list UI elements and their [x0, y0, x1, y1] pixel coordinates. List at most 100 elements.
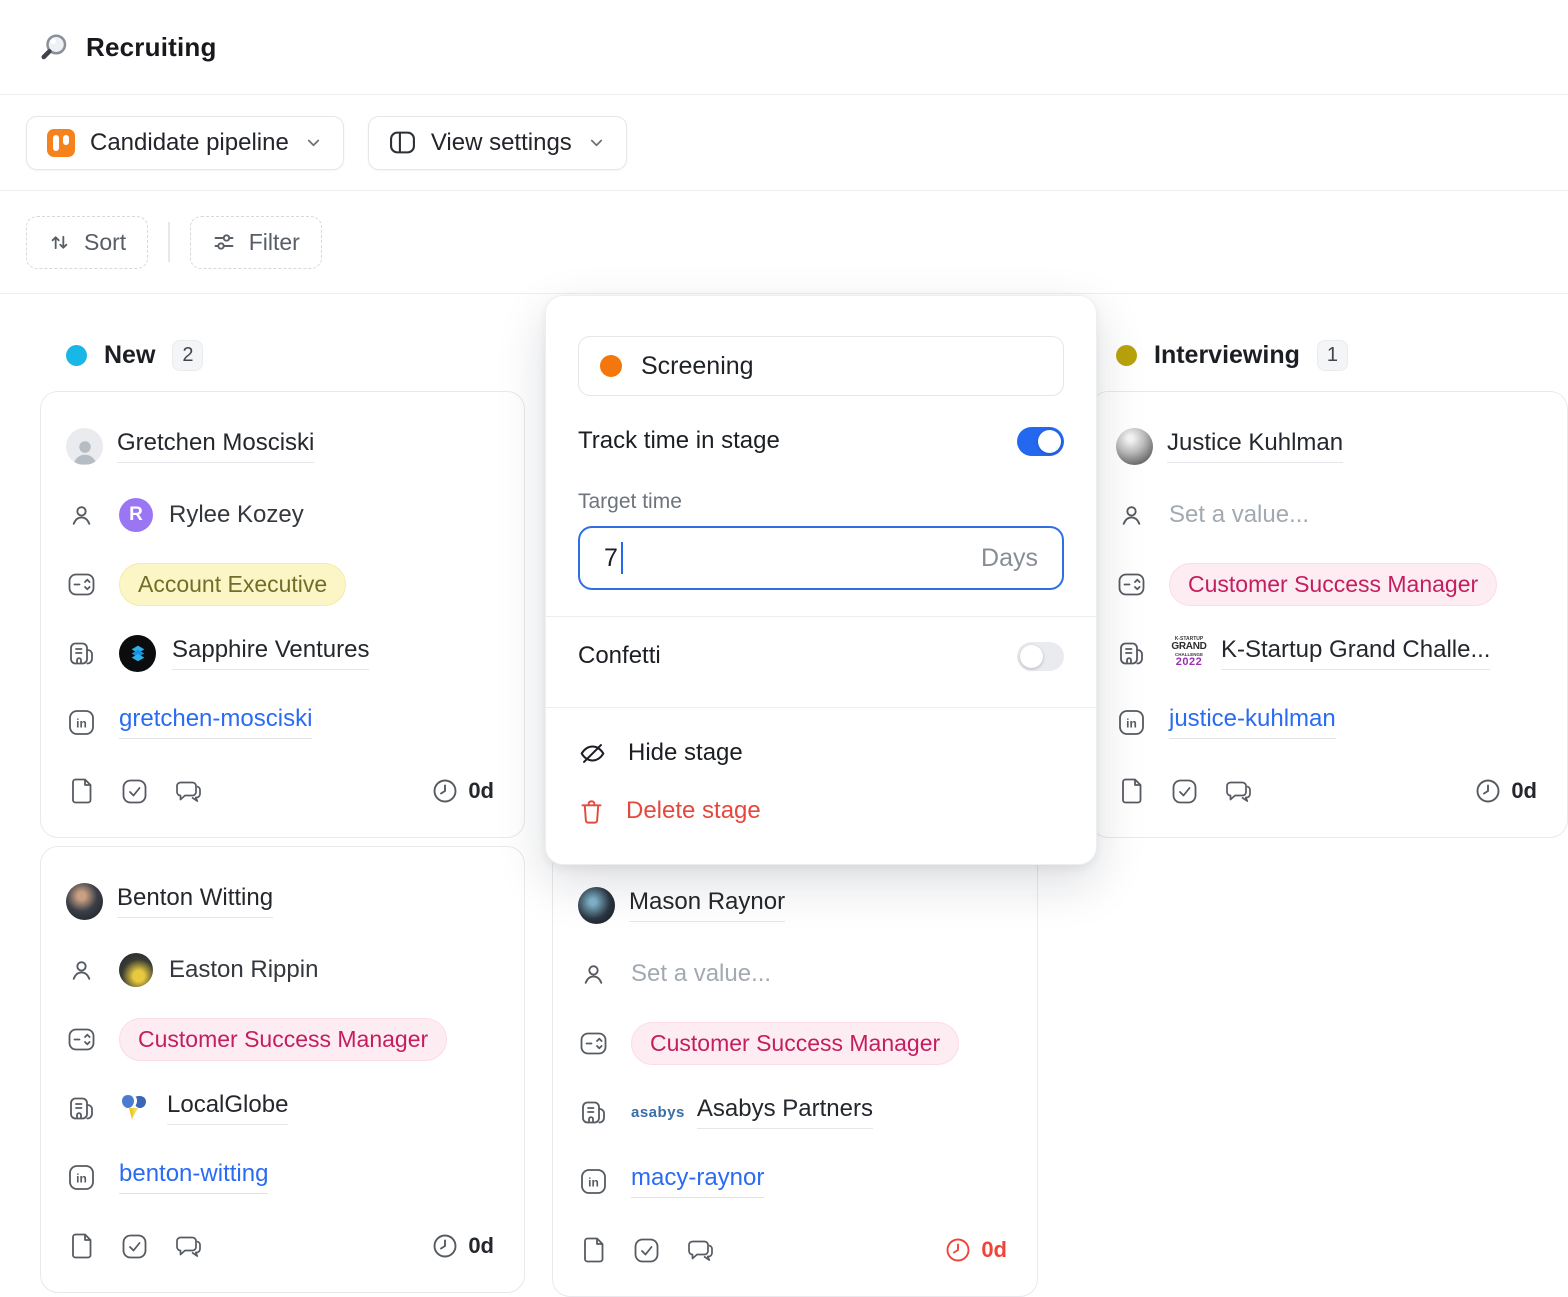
- toolbar: Candidate pipeline View settings: [0, 95, 1568, 191]
- sort-button[interactable]: Sort: [26, 216, 148, 269]
- confetti-row: Confetti: [578, 641, 1064, 671]
- column-interviewing-header[interactable]: Interviewing 1: [1116, 338, 1568, 372]
- avatar: [1116, 428, 1153, 465]
- role-badge[interactable]: Customer Success Manager: [631, 1022, 959, 1065]
- search-icon: [40, 32, 70, 62]
- chevron-down-icon: [587, 133, 606, 152]
- assignee-name[interactable]: Rylee Kozey: [169, 501, 304, 529]
- columns-icon: [389, 129, 416, 156]
- person-icon: [66, 958, 96, 983]
- assignee-placeholder[interactable]: Set a value...: [1169, 501, 1309, 529]
- company-link[interactable]: Sapphire Ventures: [172, 636, 369, 670]
- column-count-badge: 2: [172, 340, 203, 371]
- filter-label: Filter: [249, 229, 300, 256]
- clock-icon: [432, 1233, 458, 1259]
- toggle-knob: [1038, 430, 1061, 453]
- note-icon[interactable]: [71, 777, 95, 805]
- divider: [546, 616, 1096, 617]
- linkedin-link[interactable]: justice-kuhlman: [1169, 705, 1336, 739]
- delete-stage-menu-item[interactable]: Delete stage: [578, 794, 1064, 828]
- tasks-icon[interactable]: [633, 1237, 660, 1264]
- kanban-board-icon: [47, 129, 75, 157]
- candidate-card[interactable]: Benton Witting Easton Rippin Customer Su…: [40, 846, 525, 1293]
- stage-color-dot: [66, 345, 87, 366]
- select-field-icon: [578, 1032, 608, 1055]
- company-link[interactable]: Asabys Partners: [697, 1095, 873, 1129]
- comments-icon[interactable]: [1224, 778, 1253, 804]
- role-badge[interactable]: Account Executive: [119, 563, 346, 606]
- column-count-badge: 1: [1317, 340, 1348, 371]
- linkedin-link[interactable]: macy-raynor: [631, 1164, 764, 1198]
- note-icon[interactable]: [583, 1236, 607, 1264]
- column-new-header[interactable]: New 2: [66, 338, 525, 372]
- svg-text:in: in: [76, 1171, 87, 1185]
- sort-label: Sort: [84, 229, 126, 256]
- view-settings-label: View settings: [431, 129, 572, 157]
- time-value: 0d: [468, 778, 494, 804]
- comments-icon[interactable]: [174, 1233, 203, 1259]
- pipeline-selector-button[interactable]: Candidate pipeline: [26, 116, 344, 170]
- hide-stage-menu-item[interactable]: Hide stage: [578, 736, 1064, 770]
- linkedin-link[interactable]: benton-witting: [119, 1160, 268, 1194]
- stage-color-dot: [600, 355, 622, 377]
- avatar: [578, 887, 615, 924]
- target-time-input[interactable]: 7 Days: [578, 526, 1064, 590]
- column-new: New 2 Gretchen Mosciski R Rylee Kozey: [40, 294, 525, 372]
- role-badge[interactable]: Customer Success Manager: [119, 1018, 447, 1061]
- stage-settings-popover: Screening Track time in stage Target tim…: [545, 295, 1097, 865]
- view-settings-button[interactable]: View settings: [368, 116, 627, 170]
- company-link[interactable]: LocalGlobe: [167, 1091, 288, 1125]
- company-icon: [578, 1099, 608, 1126]
- candidate-card[interactable]: Justice Kuhlman Set a value... Customer …: [1090, 391, 1568, 838]
- pipeline-selector-label: Candidate pipeline: [90, 129, 289, 157]
- time-value: 0d: [981, 1237, 1007, 1263]
- clock-icon: [945, 1237, 971, 1263]
- avatar: [66, 883, 103, 920]
- role-badge[interactable]: Customer Success Manager: [1169, 563, 1497, 606]
- stage-color-dot: [1116, 345, 1137, 366]
- avatar-initial: R: [129, 504, 143, 526]
- text-caret: [621, 542, 623, 574]
- note-icon[interactable]: [1121, 777, 1145, 805]
- linkedin-icon: in: [578, 1168, 608, 1195]
- time-in-stage: 0d: [432, 778, 494, 804]
- stage-name-input[interactable]: Screening: [578, 336, 1064, 396]
- company-link[interactable]: K-Startup Grand Challe...: [1221, 636, 1490, 670]
- candidate-name-link[interactable]: Mason Raynor: [629, 888, 785, 922]
- candidate-name-link[interactable]: Benton Witting: [117, 884, 273, 918]
- target-time-unit: Days: [981, 544, 1038, 573]
- candidate-name-link[interactable]: Justice Kuhlman: [1167, 429, 1343, 463]
- tasks-icon[interactable]: [121, 778, 148, 805]
- assignee-avatar: [119, 953, 153, 987]
- time-in-stage-overdue: 0d: [945, 1237, 1007, 1263]
- select-field-icon: [1116, 573, 1146, 596]
- person-icon: [1116, 503, 1146, 528]
- candidate-card[interactable]: Gretchen Mosciski R Rylee Kozey Account …: [40, 391, 525, 838]
- track-time-label: Track time in stage: [578, 427, 780, 455]
- sort-arrows-icon: [48, 231, 71, 254]
- avatar: [66, 428, 103, 465]
- confetti-toggle[interactable]: [1017, 642, 1064, 671]
- tasks-icon[interactable]: [1171, 778, 1198, 805]
- time-value: 0d: [468, 1233, 494, 1259]
- assignee-name[interactable]: Easton Rippin: [169, 956, 318, 984]
- candidate-name-link[interactable]: Gretchen Mosciski: [117, 429, 314, 463]
- sliders-icon: [212, 230, 236, 254]
- time-in-stage: 0d: [1475, 778, 1537, 804]
- note-icon[interactable]: [71, 1232, 95, 1260]
- track-time-toggle[interactable]: [1017, 427, 1064, 456]
- linkedin-link[interactable]: gretchen-mosciski: [119, 705, 312, 739]
- filter-button[interactable]: Filter: [190, 216, 322, 269]
- comments-icon[interactable]: [174, 778, 203, 804]
- sapphire-ventures-logo: [119, 635, 156, 672]
- tasks-icon[interactable]: [121, 1233, 148, 1260]
- localglobe-logo: [119, 1091, 151, 1125]
- toggle-knob: [1020, 645, 1043, 668]
- hide-stage-label: Hide stage: [628, 739, 743, 767]
- person-icon: [66, 503, 96, 528]
- linkedin-icon: in: [66, 709, 96, 736]
- clock-icon: [432, 778, 458, 804]
- comments-icon[interactable]: [686, 1237, 715, 1263]
- assignee-placeholder[interactable]: Set a value...: [631, 960, 771, 988]
- candidate-card[interactable]: Mason Raynor Set a value... Customer Suc…: [552, 850, 1038, 1297]
